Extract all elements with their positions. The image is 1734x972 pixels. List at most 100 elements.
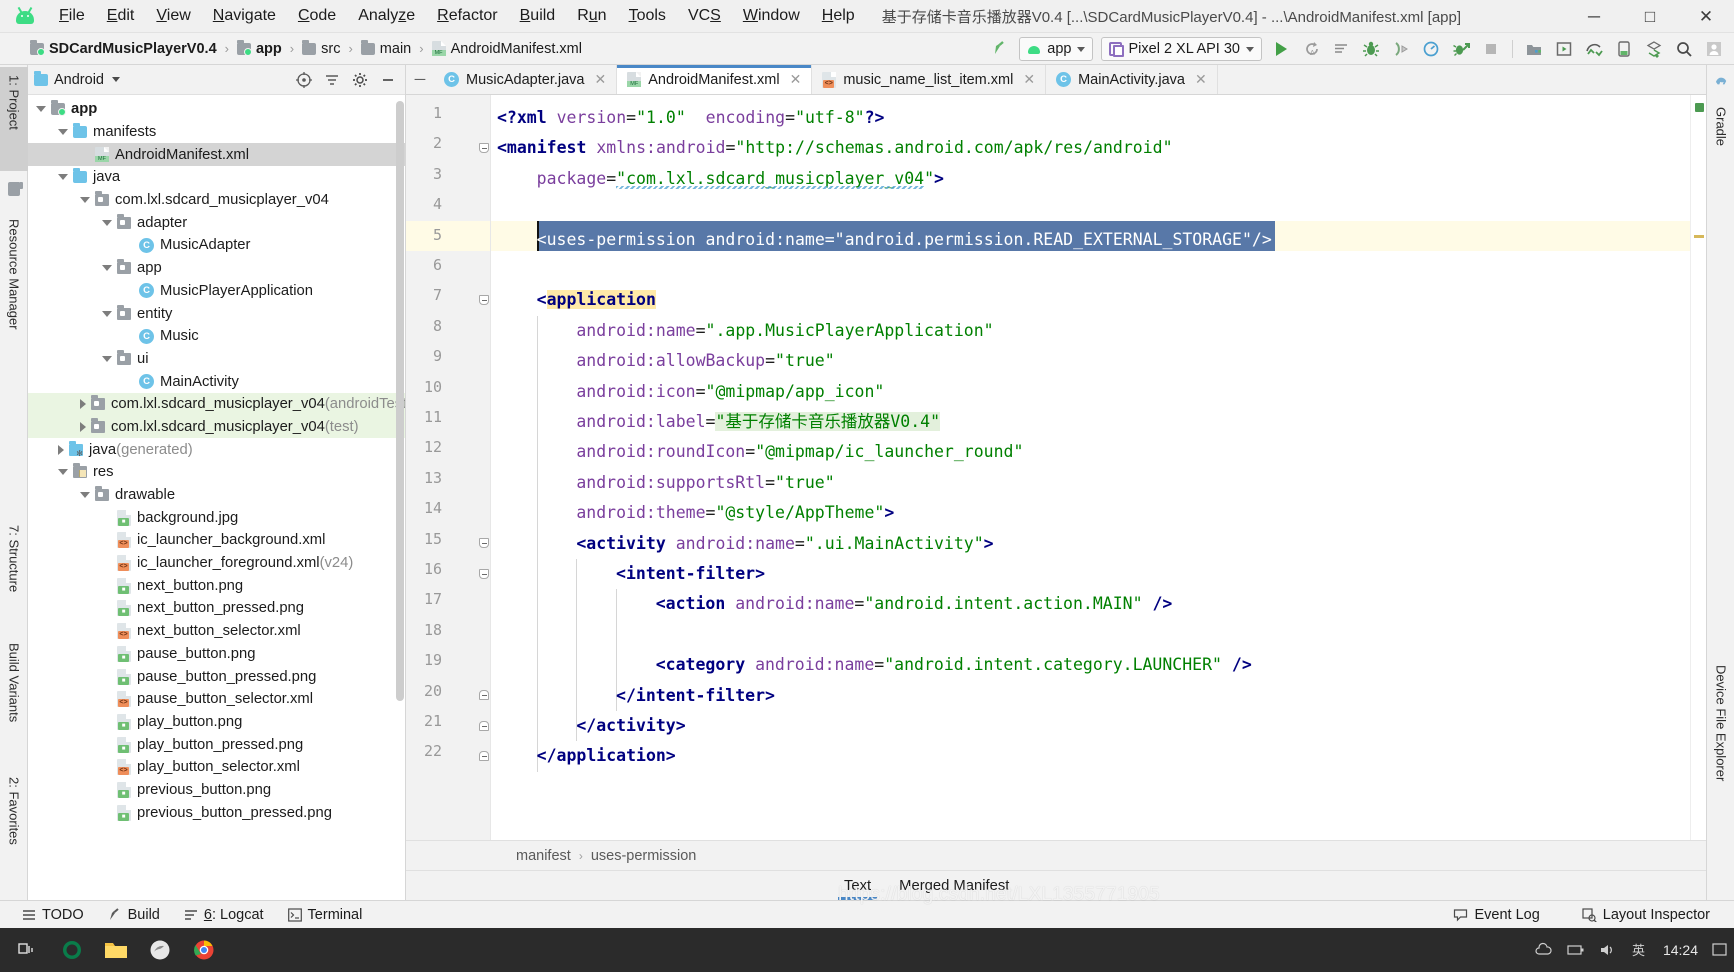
tab-androidmanifest-xml[interactable]: AndroidManifest.xml ✕ bbox=[617, 65, 813, 94]
tree-node[interactable]: manifests bbox=[28, 121, 405, 144]
gear-icon[interactable] bbox=[349, 69, 371, 91]
tab-text[interactable]: Text bbox=[830, 871, 885, 900]
sidebar-item-build-variants[interactable]: Build Variants bbox=[0, 635, 28, 763]
apply-changes-icon[interactable] bbox=[1447, 36, 1475, 62]
close-icon[interactable]: ✕ bbox=[790, 71, 802, 88]
chevron-down-icon[interactable] bbox=[58, 469, 68, 476]
tab-musicadapter-java[interactable]: C MusicAdapter.java ✕ bbox=[434, 65, 618, 94]
sidebar-item-device-file-explorer[interactable]: Device File Explorer bbox=[1707, 657, 1734, 847]
tree-node[interactable]: ■ play_button.png bbox=[28, 711, 405, 734]
menu-analyze[interactable]: Analyze bbox=[347, 4, 426, 28]
status-build[interactable]: Build bbox=[96, 907, 172, 923]
menu-build[interactable]: Build bbox=[509, 4, 567, 28]
code-fold-toggle[interactable] bbox=[478, 538, 489, 549]
run-with-profiler-list-icon[interactable] bbox=[1327, 36, 1355, 62]
collapse-all-icon[interactable] bbox=[321, 69, 343, 91]
chevron-right-icon[interactable] bbox=[58, 444, 64, 455]
sdk-manager-icon[interactable] bbox=[1520, 36, 1548, 62]
editor-marker-bar[interactable] bbox=[1690, 95, 1706, 840]
tree-node[interactable]: C MusicAdapter bbox=[28, 234, 405, 257]
file-explorer-icon[interactable] bbox=[94, 928, 138, 972]
tree-node[interactable]: AndroidManifest.xml bbox=[28, 143, 405, 167]
search-everywhere-icon[interactable] bbox=[1670, 36, 1698, 62]
chevron-down-icon[interactable] bbox=[36, 106, 46, 113]
tree-node[interactable]: C MainActivity bbox=[28, 370, 405, 393]
tab-mainactivity-java[interactable]: C MainActivity.java ✕ bbox=[1046, 65, 1218, 94]
menu-vcs[interactable]: VCS bbox=[677, 4, 732, 28]
tree-node[interactable]: java (generated) bbox=[28, 438, 405, 461]
code-fold-toggle[interactable] bbox=[478, 294, 489, 305]
firefox-icon[interactable] bbox=[138, 928, 182, 972]
tree-node[interactable]: <> pause_button_selector.xml bbox=[28, 688, 405, 711]
code-fold-toggle[interactable] bbox=[478, 720, 489, 731]
menu-tools[interactable]: Tools bbox=[618, 4, 677, 28]
close-icon[interactable]: ✕ bbox=[1023, 71, 1035, 88]
tree-node[interactable]: ■ next_button_pressed.png bbox=[28, 597, 405, 620]
code-text[interactable]: <?xml version="1.0" encoding="utf-8"?> <m… bbox=[491, 95, 1690, 840]
menu-help[interactable]: Help bbox=[811, 4, 866, 28]
profiler-icon[interactable] bbox=[1417, 36, 1445, 62]
tab-music-name-list-item-xml[interactable]: <> music_name_list_item.xml ✕ bbox=[812, 65, 1047, 94]
device-selector[interactable]: Pixel 2 XL API 30 bbox=[1101, 37, 1262, 61]
attach-debugger-icon[interactable] bbox=[1387, 36, 1415, 62]
tree-node[interactable]: ■ pause_button_pressed.png bbox=[28, 665, 405, 688]
maximize-button[interactable]: □ bbox=[1622, 0, 1678, 33]
tree-node[interactable]: <> next_button_selector.xml bbox=[28, 620, 405, 643]
code-fold-toggle[interactable] bbox=[478, 690, 489, 701]
chevron-down-icon[interactable] bbox=[58, 129, 68, 136]
editor-gutter[interactable]: 1 2 3 4 5 6 7 8 9 10 11 12 13 14 15 16 17 18 19 20 21 22 bbox=[406, 95, 491, 840]
avatar-icon[interactable] bbox=[1700, 36, 1728, 62]
close-button[interactable]: ✕ bbox=[1678, 0, 1734, 33]
tree-node[interactable]: com.lxl.sdcard_musicplayer_v04 bbox=[28, 189, 405, 212]
tree-node[interactable]: C Music bbox=[28, 325, 405, 348]
sidebar-item-structure[interactable]: 7: Structure bbox=[0, 517, 28, 629]
status-logcat[interactable]: 6: Logcat bbox=[172, 907, 276, 923]
scroll-from-source-icon[interactable] bbox=[293, 69, 315, 91]
tab-merged-manifest[interactable]: Merged Manifest bbox=[885, 871, 1023, 900]
breadcrumb-uses-permission[interactable]: uses-permission bbox=[591, 848, 697, 864]
run-icon[interactable] bbox=[1267, 36, 1295, 62]
breadcrumb-file[interactable]: AndroidManifest.xml bbox=[430, 40, 584, 58]
code-fold-toggle[interactable] bbox=[478, 142, 489, 153]
taskbar-clock[interactable]: 14:24 bbox=[1663, 942, 1698, 958]
status-layout-inspector[interactable]: Layout Inspector bbox=[1570, 907, 1722, 923]
breadcrumb-module[interactable]: app bbox=[235, 39, 284, 58]
run-coverage-icon[interactable]: A bbox=[1297, 36, 1325, 62]
tree-node[interactable]: ■ previous_button_pressed.png bbox=[28, 801, 405, 824]
menu-code[interactable]: Code bbox=[287, 4, 347, 28]
project-view-selector[interactable]: Android bbox=[34, 70, 120, 88]
tree-node[interactable]: res bbox=[28, 461, 405, 484]
sidebar-item-favorites[interactable]: 2: Favorites bbox=[0, 769, 28, 889]
hide-tabs-icon[interactable]: ─ bbox=[406, 65, 434, 94]
menu-edit[interactable]: Edit bbox=[96, 4, 146, 28]
tree-node[interactable]: adapter bbox=[28, 211, 405, 234]
tree-node[interactable]: <> ic_launcher_foreground.xml (v24) bbox=[28, 552, 405, 575]
close-icon[interactable]: ✕ bbox=[594, 71, 606, 88]
minimize-button[interactable]: ─ bbox=[1566, 0, 1622, 33]
tree-node[interactable]: ■ background.jpg bbox=[28, 506, 405, 529]
cortana-icon[interactable] bbox=[50, 928, 94, 972]
chevron-right-icon[interactable] bbox=[80, 399, 86, 410]
sidebar-item-project[interactable]: 1: Project bbox=[0, 67, 28, 171]
chevron-down-icon[interactable] bbox=[102, 310, 112, 317]
tree-node[interactable]: ■ play_button_pressed.png bbox=[28, 733, 405, 756]
code-fold-toggle[interactable] bbox=[478, 568, 489, 579]
breadcrumb-project[interactable]: SDCardMusicPlayerV0.4 bbox=[28, 39, 219, 58]
make-project-icon[interactable] bbox=[986, 36, 1014, 62]
debug-icon[interactable] bbox=[1357, 36, 1385, 62]
task-view-icon[interactable] bbox=[6, 928, 50, 972]
tree-node[interactable]: C MusicPlayerApplication bbox=[28, 280, 405, 303]
run-configuration-selector[interactable]: app bbox=[1019, 37, 1094, 61]
tree-node[interactable]: app bbox=[28, 98, 405, 121]
menu-refactor[interactable]: Refactor bbox=[426, 4, 508, 28]
tree-node[interactable]: app bbox=[28, 257, 405, 280]
stop-icon[interactable] bbox=[1477, 36, 1505, 62]
hide-panel-icon[interactable] bbox=[377, 69, 399, 91]
sidebar-item-gradle[interactable]: Gradle bbox=[1707, 99, 1734, 171]
tree-node[interactable]: drawable bbox=[28, 484, 405, 507]
chevron-down-icon[interactable] bbox=[80, 492, 90, 499]
chevron-down-icon[interactable] bbox=[102, 355, 112, 362]
chrome-icon[interactable] bbox=[182, 928, 226, 972]
tree-node[interactable]: com.lxl.sdcard_musicplayer_v04 (test) bbox=[28, 415, 405, 439]
avd-manager-icon[interactable] bbox=[1550, 36, 1578, 62]
